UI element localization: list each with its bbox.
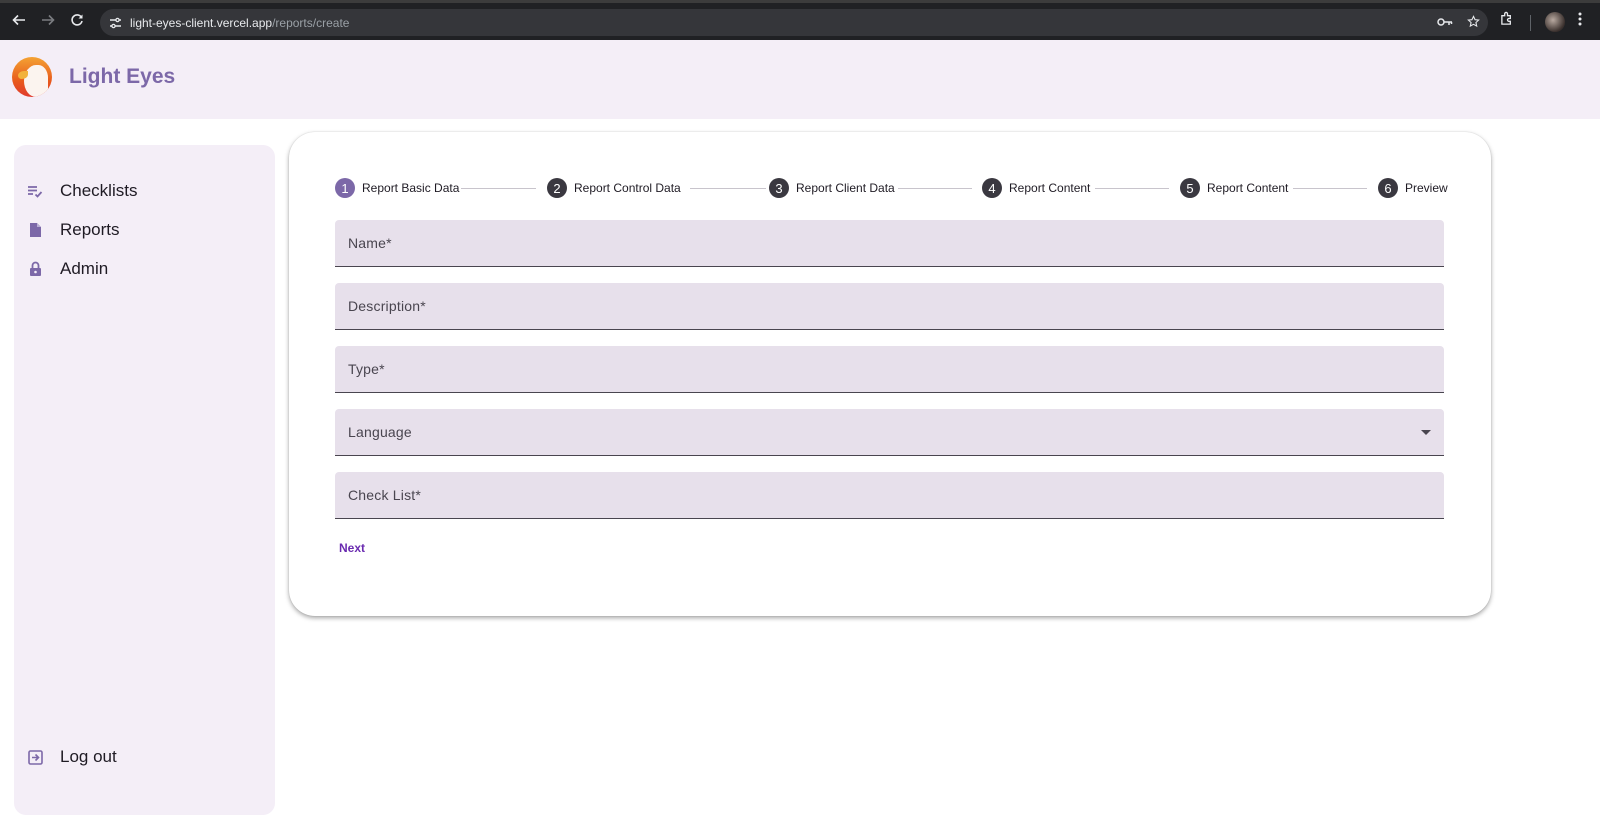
logout-icon — [27, 749, 43, 765]
step-connector — [690, 188, 766, 189]
address-bar[interactable]: light-eyes-client.vercel.app/reports/cre… — [100, 9, 1488, 36]
app-title[interactable]: Light Eyes — [69, 65, 175, 89]
reload-icon — [71, 14, 83, 26]
step-label: Report Control Data — [574, 181, 681, 195]
sidebar-item-label: Admin — [60, 259, 109, 278]
step-report-content-2[interactable]: 5 Report Content — [1180, 178, 1288, 198]
name-field[interactable]: Name* — [335, 220, 1444, 267]
step-connector — [1293, 188, 1367, 189]
description-field-label: Description* — [348, 298, 426, 314]
sidebar-item-label: Reports — [60, 220, 120, 239]
sidebar-item-reports[interactable]: Reports — [14, 212, 275, 248]
forward-button[interactable] — [33, 3, 63, 37]
dropdown-arrow-icon[interactable] — [1421, 430, 1431, 435]
lock-icon — [27, 261, 43, 277]
arrow-right-icon — [42, 14, 55, 26]
logout-button[interactable]: Log out — [14, 739, 275, 775]
step-label: Report Content — [1207, 181, 1289, 195]
type-field[interactable]: Type* — [335, 346, 1444, 393]
eagle-icon — [24, 65, 48, 97]
checklist-icon — [27, 183, 43, 199]
tune-icon[interactable] — [108, 16, 122, 30]
star-icon[interactable] — [1467, 14, 1480, 31]
sidebar-item-admin[interactable]: Admin — [14, 251, 275, 287]
logout-label: Log out — [60, 747, 117, 766]
create-report-card: 1 Report Basic Data 2 Report Control Dat… — [289, 132, 1491, 616]
step-report-control-data[interactable]: 2 Report Control Data — [547, 178, 681, 198]
arrow-left-icon — [12, 14, 25, 26]
step-number: 4 — [982, 178, 1002, 198]
step-connector — [461, 188, 536, 189]
url-path: /reports/create — [272, 15, 350, 30]
sidebar-item-label: Checklists — [60, 181, 138, 200]
profile-avatar[interactable] — [1545, 12, 1565, 32]
step-label: Report Client Data — [796, 181, 895, 195]
step-number: 2 — [547, 178, 567, 198]
step-number: 6 — [1378, 178, 1398, 198]
next-button[interactable]: Next — [335, 538, 369, 558]
browser-toolbar: light-eyes-client.vercel.app/reports/cre… — [0, 0, 1600, 40]
app-header: Light Eyes — [0, 40, 1600, 119]
step-report-client-data[interactable]: 3 Report Client Data — [769, 178, 895, 198]
language-select[interactable]: Language — [335, 409, 1444, 456]
language-select-label: Language — [348, 424, 412, 440]
step-connector — [1095, 188, 1169, 189]
document-icon — [27, 222, 43, 238]
puzzle-icon[interactable] — [1500, 11, 1515, 30]
key-icon[interactable] — [1437, 15, 1453, 30]
sidebar-item-checklists[interactable]: Checklists — [14, 173, 275, 209]
url-host: light-eyes-client.vercel.app — [130, 15, 273, 30]
kebab-menu-icon[interactable] — [1578, 12, 1582, 30]
name-field-label: Name* — [348, 235, 392, 251]
step-number: 1 — [335, 178, 355, 198]
step-number: 5 — [1180, 178, 1200, 198]
app-logo[interactable] — [12, 57, 52, 97]
checklist-field[interactable]: Check List* — [335, 472, 1444, 519]
reload-button[interactable] — [62, 3, 92, 37]
back-button[interactable] — [4, 3, 34, 37]
step-report-content-1[interactable]: 4 Report Content — [982, 178, 1090, 198]
step-number: 3 — [769, 178, 789, 198]
step-preview[interactable]: 6 Preview — [1378, 178, 1448, 198]
description-field[interactable]: Description* — [335, 283, 1444, 330]
step-connector — [898, 188, 972, 189]
toolbar-divider — [1530, 15, 1531, 31]
stepper: 1 Report Basic Data 2 Report Control Dat… — [335, 178, 1448, 198]
checklist-field-label: Check List* — [348, 487, 422, 503]
step-label: Report Content — [1009, 181, 1091, 195]
type-field-label: Type* — [348, 361, 385, 377]
step-label: Preview — [1405, 181, 1448, 195]
step-report-basic-data[interactable]: 1 Report Basic Data — [335, 178, 459, 198]
sidebar: Checklists Reports Admin Log out — [14, 145, 275, 815]
url-text[interactable]: light-eyes-client.vercel.app/reports/cre… — [130, 16, 349, 30]
step-label: Report Basic Data — [362, 181, 460, 195]
